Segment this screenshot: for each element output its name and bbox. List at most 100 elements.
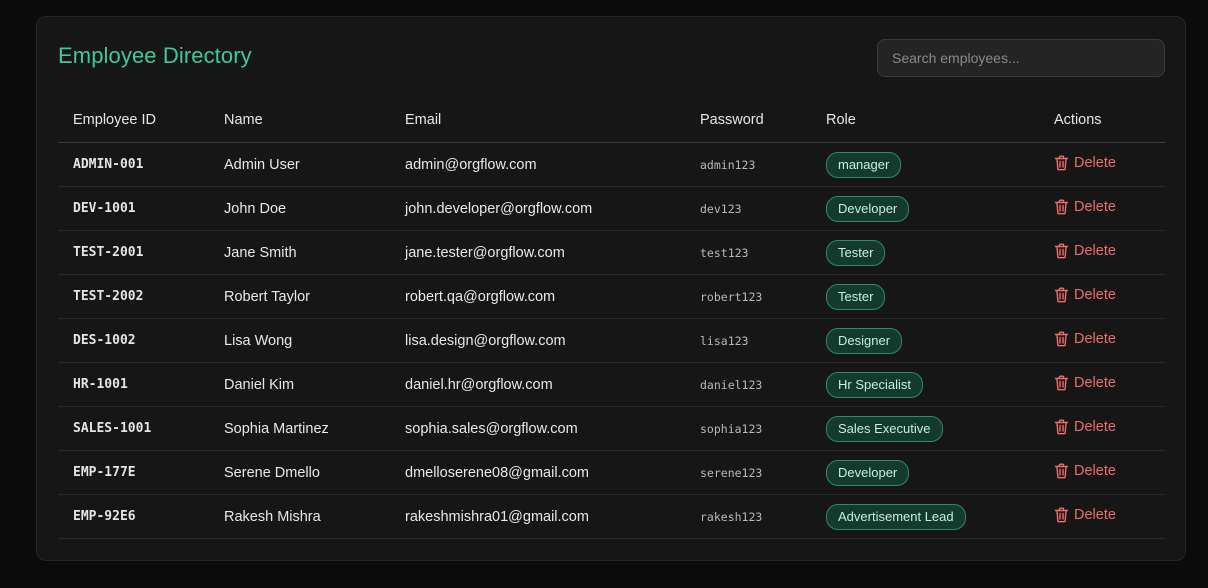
employee-id-cell: HR-1001 bbox=[58, 362, 209, 407]
table-row: HR-1001 Daniel Kim daniel.hr@orgflow.com… bbox=[58, 362, 1165, 407]
delete-label: Delete bbox=[1074, 330, 1116, 347]
employee-id-cell: TEST-2002 bbox=[58, 274, 209, 319]
table-row: EMP-92E6 Rakesh Mishra rakeshmishra01@gm… bbox=[58, 494, 1165, 539]
table-row: SALES-1001 Sophia Martinez sophia.sales@… bbox=[58, 406, 1165, 451]
employee-password-cell: sophia123 bbox=[685, 406, 811, 451]
employee-role-cell: Tester bbox=[811, 274, 1039, 319]
search-input[interactable] bbox=[877, 39, 1165, 77]
role-badge: Designer bbox=[826, 327, 903, 354]
delete-button[interactable]: Delete bbox=[1054, 287, 1116, 303]
trash-icon bbox=[1054, 331, 1069, 346]
employee-password-cell: dev123 bbox=[685, 186, 811, 231]
role-badge: Tester bbox=[826, 239, 886, 266]
employee-id-cell: SALES-1001 bbox=[58, 406, 209, 451]
employee-name-cell: Rakesh Mishra bbox=[209, 494, 390, 539]
column-header-role: Role bbox=[811, 97, 1039, 143]
employee-password-cell: serene123 bbox=[685, 450, 811, 495]
trash-icon bbox=[1054, 419, 1069, 434]
trash-icon bbox=[1054, 199, 1069, 214]
employee-id-cell: DES-1002 bbox=[58, 318, 209, 363]
delete-label: Delete bbox=[1074, 374, 1116, 391]
employee-role-cell: Sales Executive bbox=[811, 406, 1039, 451]
employee-name-cell: Serene Dmello bbox=[209, 450, 390, 495]
employee-actions-cell: Delete bbox=[1039, 274, 1165, 319]
trash-icon bbox=[1054, 507, 1069, 522]
delete-button[interactable]: Delete bbox=[1054, 507, 1116, 523]
role-badge: Advertisement Lead bbox=[826, 503, 966, 530]
table-row: ADMIN-001 Admin User admin@orgflow.com a… bbox=[58, 142, 1165, 187]
delete-button[interactable]: Delete bbox=[1054, 331, 1116, 347]
employee-actions-cell: Delete bbox=[1039, 142, 1165, 187]
employee-table: Employee ID Name Email Password Role Act… bbox=[58, 97, 1165, 539]
employee-role-cell: Developer bbox=[811, 450, 1039, 495]
employee-name-cell: Jane Smith bbox=[209, 230, 390, 275]
employee-actions-cell: Delete bbox=[1039, 494, 1165, 539]
employee-name-cell: Sophia Martinez bbox=[209, 406, 390, 451]
column-header-email: Email bbox=[390, 97, 685, 143]
employee-actions-cell: Delete bbox=[1039, 450, 1165, 495]
delete-button[interactable]: Delete bbox=[1054, 463, 1116, 479]
employee-id-cell: ADMIN-001 bbox=[58, 142, 209, 187]
delete-label: Delete bbox=[1074, 198, 1116, 215]
trash-icon bbox=[1054, 375, 1069, 390]
employee-password-cell: test123 bbox=[685, 230, 811, 275]
employee-name-cell: Lisa Wong bbox=[209, 318, 390, 363]
employee-actions-cell: Delete bbox=[1039, 318, 1165, 363]
employee-role-cell: Tester bbox=[811, 230, 1039, 275]
delete-button[interactable]: Delete bbox=[1054, 375, 1116, 391]
delete-label: Delete bbox=[1074, 154, 1116, 171]
employee-actions-cell: Delete bbox=[1039, 230, 1165, 275]
delete-label: Delete bbox=[1074, 506, 1116, 523]
employee-email-cell: daniel.hr@orgflow.com bbox=[390, 362, 685, 407]
employee-role-cell: Designer bbox=[811, 318, 1039, 363]
employee-role-cell: Hr Specialist bbox=[811, 362, 1039, 407]
delete-label: Delete bbox=[1074, 242, 1116, 259]
employee-password-cell: rakesh123 bbox=[685, 494, 811, 539]
delete-label: Delete bbox=[1074, 286, 1116, 303]
delete-button[interactable]: Delete bbox=[1054, 199, 1116, 215]
trash-icon bbox=[1054, 463, 1069, 478]
employee-email-cell: robert.qa@orgflow.com bbox=[390, 274, 685, 319]
employee-password-cell: daniel123 bbox=[685, 362, 811, 407]
role-badge: Hr Specialist bbox=[826, 371, 923, 398]
table-row: TEST-2002 Robert Taylor robert.qa@orgflo… bbox=[58, 274, 1165, 319]
trash-icon bbox=[1054, 243, 1069, 258]
column-header-name: Name bbox=[209, 97, 390, 143]
employee-actions-cell: Delete bbox=[1039, 406, 1165, 451]
table-header-row: Employee ID Name Email Password Role Act… bbox=[58, 97, 1165, 143]
page-title: Employee Directory bbox=[58, 43, 252, 68]
delete-button[interactable]: Delete bbox=[1054, 155, 1116, 171]
employee-name-cell: John Doe bbox=[209, 186, 390, 231]
role-badge: Developer bbox=[826, 459, 910, 486]
role-badge: manager bbox=[826, 151, 902, 178]
employee-email-cell: dmelloserene08@gmail.com bbox=[390, 450, 685, 495]
role-badge: Developer bbox=[826, 195, 910, 222]
employee-id-cell: TEST-2001 bbox=[58, 230, 209, 275]
employee-name-cell: Daniel Kim bbox=[209, 362, 390, 407]
employee-actions-cell: Delete bbox=[1039, 186, 1165, 231]
employee-directory-panel: Employee Directory Employee ID Name Emai… bbox=[36, 16, 1186, 561]
employee-email-cell: admin@orgflow.com bbox=[390, 142, 685, 187]
employee-id-cell: EMP-177E bbox=[58, 450, 209, 495]
role-badge: Sales Executive bbox=[826, 415, 943, 442]
column-header-employee-id: Employee ID bbox=[58, 97, 209, 143]
employee-email-cell: rakeshmishra01@gmail.com bbox=[390, 494, 685, 539]
employee-email-cell: sophia.sales@orgflow.com bbox=[390, 406, 685, 451]
delete-button[interactable]: Delete bbox=[1054, 243, 1116, 259]
employee-email-cell: jane.tester@orgflow.com bbox=[390, 230, 685, 275]
column-header-password: Password bbox=[685, 97, 811, 143]
employee-role-cell: manager bbox=[811, 142, 1039, 187]
role-badge: Tester bbox=[826, 283, 886, 310]
employee-actions-cell: Delete bbox=[1039, 362, 1165, 407]
delete-label: Delete bbox=[1074, 418, 1116, 435]
employee-id-cell: DEV-1001 bbox=[58, 186, 209, 231]
table-row: TEST-2001 Jane Smith jane.tester@orgflow… bbox=[58, 230, 1165, 275]
employee-role-cell: Advertisement Lead bbox=[811, 494, 1039, 539]
employee-name-cell: Robert Taylor bbox=[209, 274, 390, 319]
employee-id-cell: EMP-92E6 bbox=[58, 494, 209, 539]
delete-button[interactable]: Delete bbox=[1054, 419, 1116, 435]
column-header-actions: Actions bbox=[1039, 97, 1165, 143]
delete-label: Delete bbox=[1074, 462, 1116, 479]
employee-password-cell: admin123 bbox=[685, 142, 811, 187]
table-row: DES-1002 Lisa Wong lisa.design@orgflow.c… bbox=[58, 318, 1165, 363]
